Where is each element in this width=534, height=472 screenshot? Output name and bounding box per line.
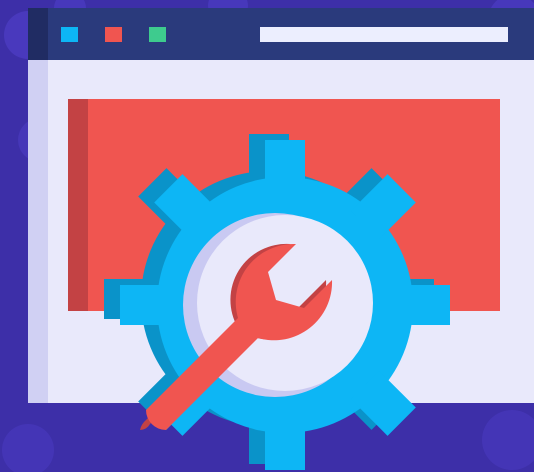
window-dot-green — [149, 27, 166, 42]
background-blob — [482, 410, 534, 470]
illustration-canvas — [2, 0, 534, 472]
window-address-bar — [260, 27, 508, 42]
window-dot-blue — [61, 27, 78, 42]
window-title-bar-shade — [28, 8, 48, 60]
settings-illustration — [0, 0, 534, 472]
background-blob — [2, 424, 54, 472]
window-dot-red — [105, 27, 122, 42]
window-body-shade — [28, 8, 48, 403]
content-block-shade — [68, 99, 88, 311]
